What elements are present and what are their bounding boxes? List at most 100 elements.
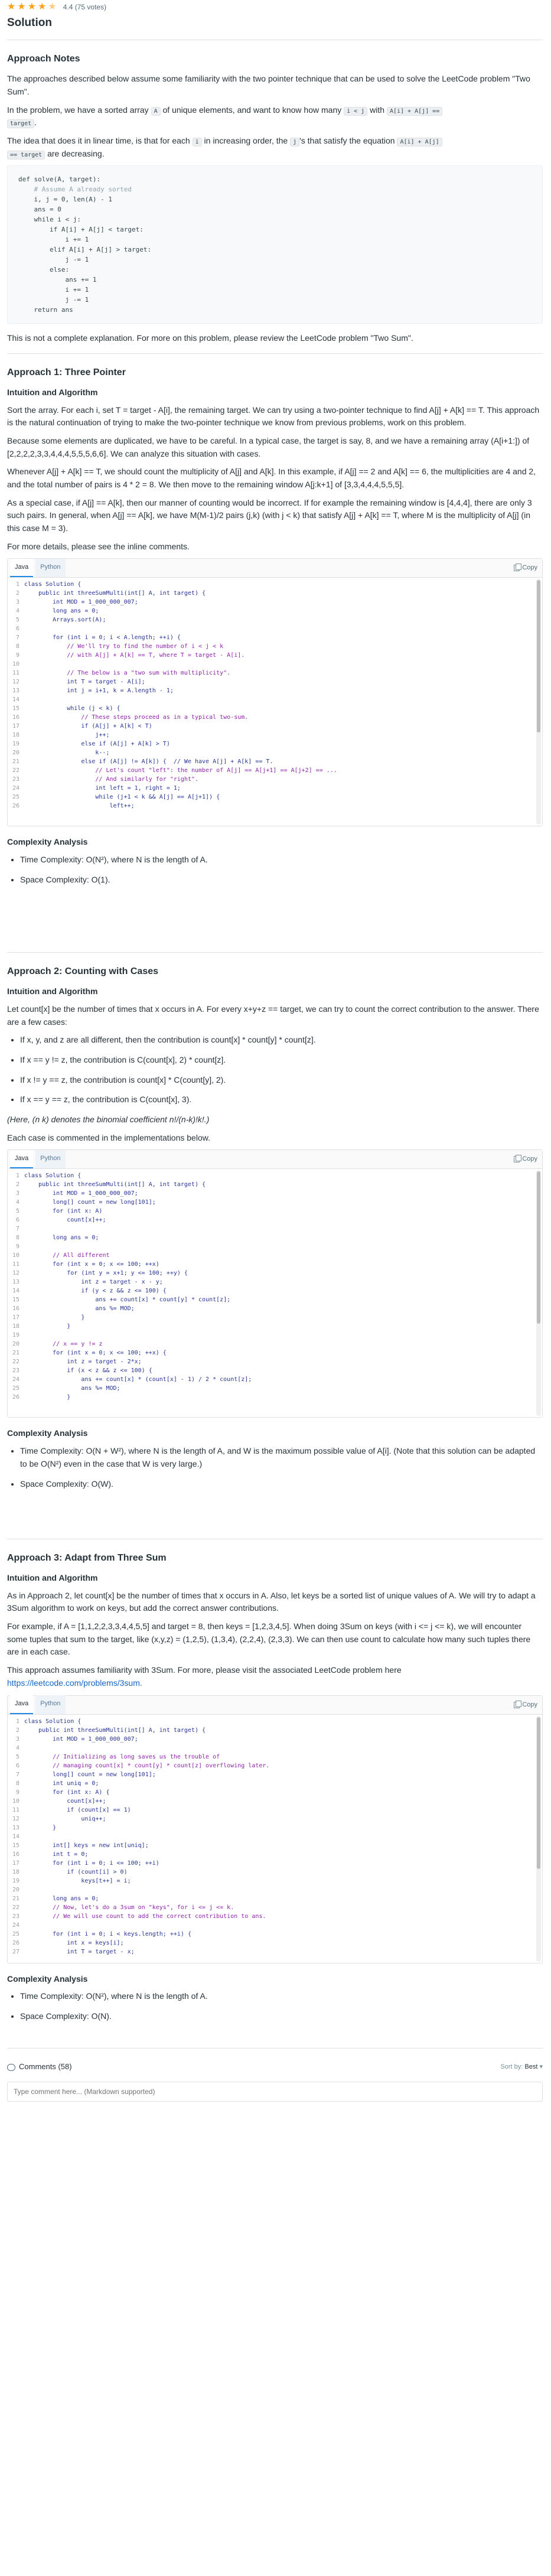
line-number: 5 <box>15 1753 19 1760</box>
code-text: int z = target - 2*x; <box>24 1359 142 1366</box>
line-number: 22 <box>12 767 19 774</box>
code-line: 14 <box>8 695 542 704</box>
notes-p1: The approaches described below assume so… <box>7 74 530 96</box>
code-text: for (int i = 0; i < A.length; ++i) { <box>24 634 181 641</box>
language-tabs: Java Python Copy <box>8 559 542 578</box>
line-number: 26 <box>12 803 19 810</box>
scrollbar-thumb[interactable] <box>537 1171 540 1324</box>
comment-input[interactable] <box>7 2081 543 2102</box>
code-text: if (y < z && z <= 100) { <box>24 1288 167 1295</box>
line-number: 26 <box>12 1394 19 1401</box>
tab-java[interactable]: Java <box>10 1150 34 1169</box>
line-number: 3 <box>15 1735 19 1743</box>
code-text: int T = target - x; <box>24 1948 135 1955</box>
code-text: for (int x = 0; x <= 100; ++x) { <box>24 1350 167 1357</box>
copy-button[interactable]: Copy <box>514 1154 537 1164</box>
line-number: 21 <box>12 1895 19 1902</box>
code-line: 2 public int threeSumMulti(int[] A, int … <box>8 1726 542 1735</box>
line-number: 24 <box>12 1376 19 1383</box>
line-number: 25 <box>12 1385 19 1392</box>
code-line: 7 <box>8 1225 542 1233</box>
copy-button[interactable]: Copy <box>514 563 537 573</box>
line-number: 8 <box>15 643 19 650</box>
copy-button[interactable]: Copy <box>514 1700 537 1710</box>
code-text: long[] count = new long[101]; <box>24 1771 156 1778</box>
approach-1-p4: As a special case, if A[j] == A[k], then… <box>7 497 532 533</box>
code-scrollbar[interactable] <box>536 579 541 825</box>
code-line: 16 ans %= MOD; <box>8 1304 542 1313</box>
line-number: 19 <box>12 741 19 748</box>
code-text: for (int x = 0; x <= 100; ++x) <box>24 1261 159 1268</box>
approach-2-heading: Approach 2: Counting with Cases <box>7 966 159 977</box>
code-scrollbar[interactable] <box>536 1170 541 1416</box>
approach-3-p1: As in Approach 2, let count[x] be the nu… <box>7 1590 536 1613</box>
sort-control[interactable]: Sort by: Best ▾ <box>500 2062 543 2072</box>
line-number: 3 <box>15 599 19 606</box>
code-text: for (int i = 0; i <= 100; ++i) <box>24 1859 159 1867</box>
code-text: else if (A[j] != A[k]) { // We have A[j]… <box>24 758 273 766</box>
approach-3-heading: Approach 3: Adapt from Three Sum <box>7 1553 167 1564</box>
time-complexity: Time Complexity: O(N + W²), where N is t… <box>20 1445 543 1470</box>
star-icon[interactable]: ★ <box>48 2 56 12</box>
code-text: } <box>24 1314 85 1321</box>
3sum-link[interactable]: https://leetcode.com/problems/3sum. <box>7 1678 142 1688</box>
code-line: 3 int MOD = 1_000_000_007; <box>8 598 542 607</box>
code-line: 27 int T = target - x; <box>8 1948 542 1956</box>
code-line: 25 for (int i = 0; i < keys.length; ++i)… <box>8 1930 542 1939</box>
line-number: 25 <box>12 794 19 801</box>
code-text: public int threeSumMulti(int[] A, int ta… <box>24 1181 206 1188</box>
code-widget-approach-1: Java Python Copy 1 class Solution {2 publ… <box>7 558 543 827</box>
code-text: long ans = 0; <box>24 608 99 615</box>
code-line: j -= 1 <box>18 256 89 264</box>
code-line: 21 else if (A[j] != A[k]) { // We have A… <box>8 757 542 766</box>
code-text: // We will use count to add the correct … <box>24 1913 266 1920</box>
approach-1-p1: Sort the array. For each i, set T = targ… <box>7 405 540 428</box>
line-number: 6 <box>15 1762 19 1769</box>
line-number: 23 <box>12 1367 19 1375</box>
code-line: 23 // We will use count to add the corre… <box>8 1912 542 1921</box>
code-text: // These steps proceed as in a typical t… <box>24 714 249 721</box>
code-text: left++; <box>24 803 135 810</box>
line-number: 14 <box>12 1833 19 1840</box>
code-line: 5 // Initializing as long saves us the t… <box>8 1753 542 1761</box>
scrollbar-thumb[interactable] <box>537 580 540 733</box>
line-number: 21 <box>12 758 19 766</box>
star-icon[interactable]: ★ <box>38 2 46 12</box>
code-editor[interactable]: 1 class Solution {2 public int threeSumMu… <box>8 1714 542 1963</box>
code-editor[interactable]: 1 class Solution {2 public int threeSumMu… <box>8 578 542 826</box>
code-text: int[] keys = new int[uniq]; <box>24 1842 149 1849</box>
approach-3-p3: This approach assumes familiarity with 3… <box>7 1665 402 1688</box>
star-icon[interactable]: ★ <box>28 2 36 12</box>
code-text: int j = i+1, k = A.length - 1; <box>24 688 174 695</box>
line-number: 12 <box>12 679 19 686</box>
star-icon[interactable]: ★ <box>17 2 25 12</box>
line-number: 15 <box>12 1297 19 1304</box>
code-editor[interactable]: 1 class Solution {2 public int threeSumMu… <box>8 1169 542 1418</box>
line-number: 18 <box>12 1868 19 1875</box>
code-line: 4 long ans = 0; <box>8 607 542 615</box>
divider <box>7 2047 543 2049</box>
code-text: Arrays.sort(A); <box>24 617 106 624</box>
tab-python[interactable]: Python <box>35 1150 66 1169</box>
tab-java[interactable]: Java <box>10 1695 34 1714</box>
notes-heading: Approach Notes <box>7 54 80 64</box>
code-line: 9 for (int x: A) { <box>8 1788 542 1797</box>
code-text: ans += count[x] * (count[x] - 1) / 2 * c… <box>24 1376 252 1383</box>
tab-python[interactable]: Python <box>35 559 66 578</box>
code-line: 22 // Let's count "left": the number of … <box>8 766 542 775</box>
tab-python[interactable]: Python <box>35 1695 66 1714</box>
star-icon[interactable]: ★ <box>7 2 15 12</box>
code-scrollbar[interactable] <box>536 1715 541 1962</box>
code-line: # Assume A already sorted <box>18 185 132 194</box>
scrollbar-thumb[interactable] <box>537 1717 540 1870</box>
code-line: 25 while (j+1 < k && A[j] == A[j+1]) { <box>8 793 542 802</box>
code-line: 15 ans += count[x] * count[y] * count[z]… <box>8 1295 542 1304</box>
copy-icon <box>514 564 522 572</box>
code-line: elif A[i] + A[j] > target: <box>18 246 152 254</box>
copy-icon <box>514 1155 522 1163</box>
line-number: 5 <box>15 1208 19 1215</box>
tab-java[interactable]: Java <box>10 559 34 578</box>
line-number: 13 <box>12 1279 19 1286</box>
notes-p3: The idea that does it in linear time, is… <box>7 135 543 160</box>
code-text: uniq++; <box>24 1815 106 1822</box>
